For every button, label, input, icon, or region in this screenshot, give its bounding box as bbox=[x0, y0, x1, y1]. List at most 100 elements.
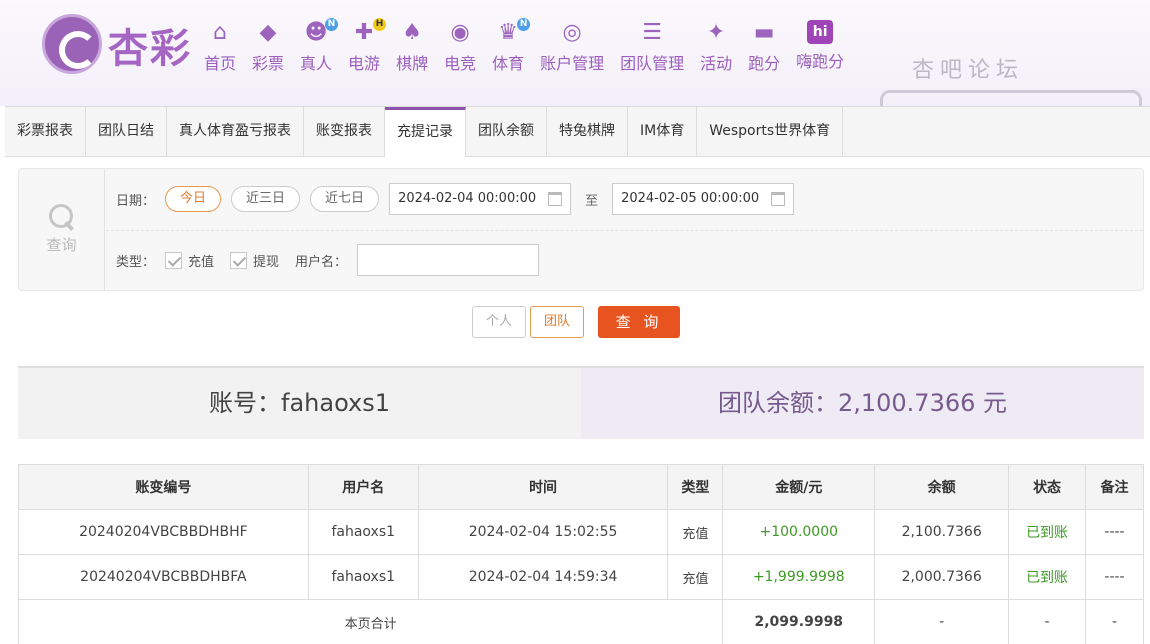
ticket-icon: ◆ bbox=[259, 20, 277, 45]
to-label: 至 bbox=[585, 193, 599, 209]
total-amount: 2,099.9998 bbox=[722, 599, 876, 644]
nav-label: 首页 bbox=[204, 54, 237, 73]
personal-button[interactable]: 个人 bbox=[472, 306, 526, 338]
team-button[interactable]: 团队 bbox=[530, 306, 584, 338]
nav-label: 电竞 bbox=[444, 54, 477, 73]
nav-label: 电游 bbox=[348, 54, 381, 73]
nav-item[interactable]: ✦ 活动 bbox=[692, 20, 740, 80]
logo-text: 杏彩 bbox=[108, 26, 192, 72]
nav-item[interactable]: ☻ N 真人 bbox=[292, 18, 340, 80]
quick-date-group: 今日 近三日 近七日 bbox=[165, 186, 389, 212]
nav-item[interactable]: ◉ 电竞 bbox=[436, 20, 484, 80]
tab-item[interactable]: 充提记录 bbox=[385, 107, 466, 157]
table-header-cell: 备注 bbox=[1085, 464, 1144, 510]
quick-date-button[interactable]: 今日 bbox=[165, 186, 222, 212]
total-note: - bbox=[1085, 599, 1144, 644]
nav-item[interactable]: ◎ 账户管理 bbox=[532, 20, 612, 80]
controller-icon: ◉ bbox=[450, 20, 470, 45]
cell-status: 已到账 bbox=[1008, 554, 1087, 600]
table-header-cell: 余额 bbox=[874, 464, 1010, 510]
records-table: 账变编号 用户名 时间 类型 金额/元 余额 状态 备注 20240204VBCBBDHBHF… bbox=[17, 464, 1144, 644]
start-date-value: 2024-02-04 00:00:00 bbox=[398, 191, 537, 206]
query-divider bbox=[106, 230, 1143, 231]
query-button[interactable]: 查 询 bbox=[598, 306, 680, 338]
tab-item[interactable]: IM体育 bbox=[628, 107, 698, 156]
nav-item[interactable]: ◆ 彩票 bbox=[244, 20, 292, 80]
nav-badge: N bbox=[517, 18, 531, 31]
username-input[interactable] bbox=[357, 244, 540, 276]
nav-item[interactable]: ♛ N 体育 bbox=[484, 18, 532, 80]
logo-icon bbox=[42, 14, 102, 74]
cell-user: fahaoxs1 bbox=[307, 554, 419, 600]
tab-item[interactable]: 团队日结 bbox=[86, 107, 167, 156]
nav-label: 嗨跑分 bbox=[796, 52, 845, 71]
nav-label: 体育 bbox=[492, 54, 525, 73]
tab-item[interactable]: 真人体育盈亏报表 bbox=[167, 107, 304, 156]
table-header-cell: 账变编号 bbox=[18, 464, 309, 510]
nav-item[interactable]: ☰ 团队管理 bbox=[612, 20, 692, 80]
table-header-cell: 金额/元 bbox=[722, 464, 876, 510]
cell-type: 充值 bbox=[667, 554, 724, 600]
nav-badge: N bbox=[325, 18, 339, 31]
total-label: 本页合计 bbox=[17, 599, 724, 644]
cards-icon: ♠ bbox=[402, 20, 422, 45]
nav-item[interactable]: ♠ 棋牌 bbox=[388, 20, 436, 80]
team-icon: ☰ bbox=[642, 20, 662, 45]
logo[interactable]: 杏彩 bbox=[42, 14, 192, 76]
tab-item[interactable]: Wesports世界体育 bbox=[697, 107, 844, 156]
cell-note: ---- bbox=[1085, 509, 1144, 555]
cell-status: 已到账 bbox=[1008, 509, 1087, 555]
table-header-cell: 状态 bbox=[1008, 464, 1087, 510]
nav-label: 团队管理 bbox=[620, 54, 685, 73]
nav-label: 棋牌 bbox=[396, 54, 429, 73]
main-nav: ⌂ 首页 ◆ 彩票 ☻ N 真人 ✚ H 电游 ♠ 棋牌 ◉ 电竞 ♛ N 体育 ◎ 账户管理 ☰ 团队管理 ✦ 活动 ▬ 跑分… bbox=[196, 18, 852, 80]
checkbox-label: 充值 bbox=[188, 254, 215, 270]
cell-amount: +1,999.9998 bbox=[722, 554, 876, 600]
search-icon bbox=[48, 204, 75, 230]
table-header-cell: 类型 bbox=[667, 464, 724, 510]
watermark-top: 杏吧论坛 bbox=[912, 58, 1025, 83]
cell-balance: 2,000.7366 bbox=[874, 554, 1010, 600]
nav-label: 真人 bbox=[300, 54, 333, 73]
type-checkbox[interactable]: 提现 bbox=[230, 251, 279, 270]
tab-item[interactable]: 账变报表 bbox=[304, 107, 385, 156]
calendar-icon[interactable] bbox=[771, 192, 786, 206]
type-checkbox-group: 充值 提现 bbox=[165, 251, 295, 270]
username-label: 用户名： bbox=[295, 254, 348, 270]
checkbox-checked-icon[interactable] bbox=[165, 251, 183, 269]
cell-user: fahaoxs1 bbox=[307, 509, 419, 555]
header: 杏彩 ⌂ 首页 ◆ 彩票 ☻ N 真人 ✚ H 电游 ♠ 棋牌 ◉ 电竞 ♛ N 体育 ◎ 账户管理 ☰ 团队管理 ✦ 活动… bbox=[0, 0, 1150, 149]
nav-item[interactable]: hi 嗨跑分 bbox=[788, 20, 852, 80]
table-header-row: 账变编号 用户名 时间 类型 金额/元 余额 状态 备注 bbox=[18, 464, 1144, 510]
tab-item[interactable]: 特兔棋牌 bbox=[547, 107, 628, 156]
start-date-input[interactable]: 2024-02-04 00:00:00 bbox=[389, 183, 572, 215]
nav-item[interactable]: ▬ 跑分 bbox=[740, 20, 788, 80]
type-checkbox[interactable]: 充值 bbox=[165, 251, 214, 270]
report-tabs: 彩票报表 团队日结 真人体育盈亏报表 账变报表 充提记录 团队余额 特兔棋牌 IM体育 Wesp… bbox=[5, 106, 1150, 157]
end-date-input[interactable]: 2024-02-05 00:00:00 bbox=[612, 183, 795, 215]
cell-type: 充值 bbox=[667, 509, 724, 555]
query-side-label: 查询 bbox=[46, 236, 77, 254]
end-date-value: 2024-02-05 00:00:00 bbox=[621, 191, 760, 206]
nav-label: 彩票 bbox=[252, 54, 285, 73]
tab-item[interactable]: 彩票报表 bbox=[5, 107, 86, 156]
hi-app-icon: hi bbox=[807, 20, 834, 44]
type-label: 类型： bbox=[116, 254, 156, 270]
checkbox-checked-icon[interactable] bbox=[230, 251, 248, 269]
quick-date-button[interactable]: 近七日 bbox=[310, 186, 380, 212]
home-icon: ⌂ bbox=[213, 20, 227, 45]
gift-icon: ✦ bbox=[706, 20, 726, 45]
nav-item[interactable]: ✚ H 电游 bbox=[340, 18, 388, 80]
table-row: 20240204VBCBBDHBHF fahaoxs1 2024-02-04 15:… bbox=[18, 509, 1144, 555]
checkbox-label: 提现 bbox=[253, 254, 280, 270]
account-name: 账号：fahaoxs1 bbox=[18, 368, 581, 439]
calendar-icon[interactable] bbox=[548, 192, 563, 206]
tab-item[interactable]: 团队余额 bbox=[466, 107, 547, 156]
date-label: 日期： bbox=[116, 193, 156, 209]
nav-item[interactable]: ⌂ 首页 bbox=[196, 20, 244, 80]
table-header-cell: 时间 bbox=[417, 464, 669, 510]
table-row: 20240204VBCBBDHBFA fahaoxs1 2024-02-04 14:… bbox=[18, 554, 1144, 600]
nav-label: 账户管理 bbox=[540, 54, 605, 73]
quick-date-button[interactable]: 近三日 bbox=[231, 186, 301, 212]
table-total-row: 本页合计 2,099.9998- - - bbox=[17, 599, 1144, 644]
